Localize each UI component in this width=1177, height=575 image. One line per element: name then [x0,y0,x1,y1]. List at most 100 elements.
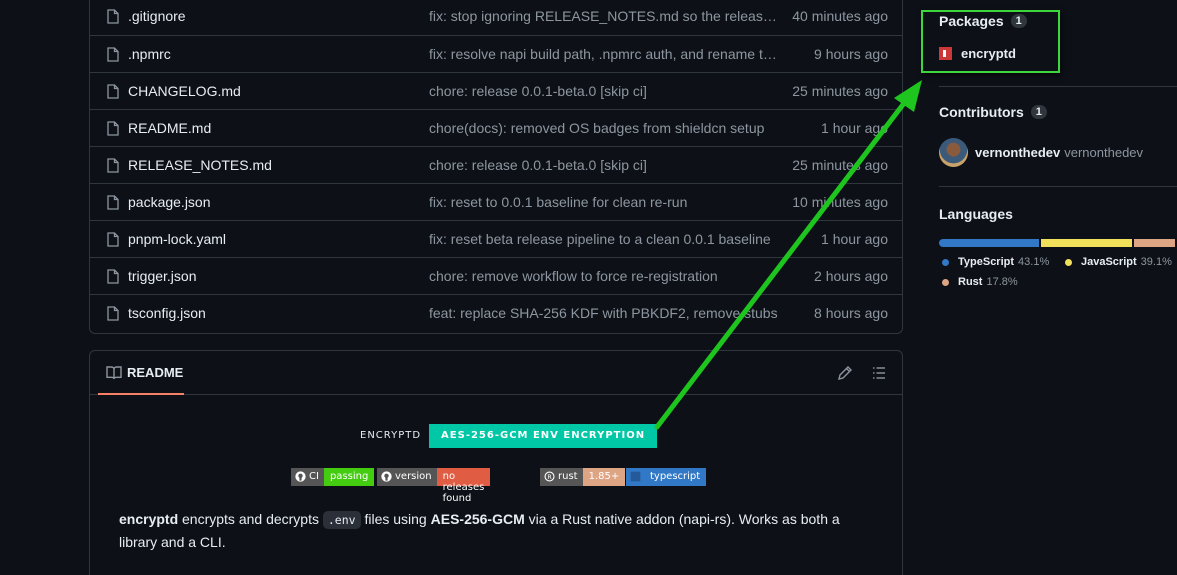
contributors-title: Contributors [939,104,1024,120]
language-name: TypeScript [958,256,1015,268]
avatar[interactable] [939,138,968,167]
project-badge[interactable]: ENCRYPTD AES-256-GCM ENV ENCRYPTION [352,424,658,448]
file-row[interactable]: trigger.json chore: remove workflow to fo… [90,257,902,294]
file-icon [107,121,119,136]
commit-time: 1 hour ago [821,120,888,136]
file-row[interactable]: CHANGELOG.md chore: release 0.0.1-beta.0 … [90,72,902,109]
project-badge-right: AES-256-GCM ENV ENCRYPTION [429,424,658,448]
contributors-heading[interactable]: Contributors 1 [939,104,1047,120]
file-icon [107,195,119,210]
language-item[interactable]: Rust 17.8% [942,276,1018,288]
project-badge-left: ENCRYPTD [352,424,430,448]
file-name[interactable]: RELEASE_NOTES.md [128,157,272,173]
badge-value: 1.85+ [582,468,626,486]
commit-message[interactable]: chore: release 0.0.1-beta.0 [skip ci] [429,157,779,173]
contributor-item[interactable]: vernonthedev vernonthedev [939,138,1143,167]
commit-time: 10 minutes ago [792,194,888,210]
badge-label: CI [291,468,324,486]
file-row[interactable]: RELEASE_NOTES.md chore: release 0.0.1-bet… [90,146,902,183]
divider [939,86,1177,87]
status-badge[interactable]: typescript [626,468,707,486]
commit-message[interactable]: chore: remove workflow to force re-regis… [429,268,779,284]
readme-header: README [90,351,902,395]
readme-tab-label: README [127,365,184,380]
language-name: Rust [958,276,983,288]
typescript-icon [630,471,641,482]
svg-text:R: R [547,474,552,481]
pencil-icon[interactable] [836,364,854,382]
language-item[interactable]: TypeScript 43.1% [942,256,1049,268]
badge-label-text: rust [558,471,578,482]
commit-time: 9 hours ago [814,46,888,62]
commit-message[interactable]: fix: reset beta release pipeline to a cl… [429,231,779,247]
badge-label: version [377,468,437,486]
file-name[interactable]: tsconfig.json [128,305,206,321]
commit-time: 40 minutes ago [792,8,888,24]
commit-time: 8 hours ago [814,305,888,321]
file-icon [107,158,119,173]
file-name[interactable]: trigger.json [128,268,196,284]
commit-message[interactable]: feat: replace SHA-256 KDF with PBKDF2, r… [429,305,779,321]
language-percent: 39.1% [1140,256,1172,268]
divider [939,186,1177,187]
languages-title: Languages [939,206,1013,222]
file-name[interactable]: .npmrc [128,46,171,62]
language-item[interactable]: JavaScript 39.1% [1065,256,1172,268]
language-bar-segment [1133,239,1175,247]
status-badge[interactable]: CI passing [291,468,375,486]
language-name: JavaScript [1081,256,1137,268]
algo-name: AES-256-GCM [430,511,525,527]
file-name[interactable]: README.md [128,120,211,136]
file-row[interactable]: .npmrc fix: resolve napi build path, .npm… [90,35,902,72]
language-bar [939,239,1177,247]
commit-time: 1 hour ago [821,231,888,247]
file-name[interactable]: package.json [128,194,211,210]
status-badge[interactable]: version no releases found [377,468,491,504]
commit-time: 25 minutes ago [792,83,888,99]
file-name[interactable]: CHANGELOG.md [128,83,241,99]
file-row[interactable]: package.json fix: reset to 0.0.1 baseline… [90,183,902,220]
github-icon [295,471,306,482]
file-name[interactable]: pnpm-lock.yaml [128,231,226,247]
badge-value: passing [323,468,375,486]
file-row[interactable]: .gitignore fix: stop ignoring RELEASE_NOT… [90,0,902,35]
file-icon [107,84,119,99]
readme-panel: README ENCRYPTD AES-256-GCM ENV ENCRYPTI… [89,350,903,575]
file-icon [107,306,119,321]
file-name[interactable]: .gitignore [128,8,186,24]
language-bar-segment [1040,239,1132,247]
file-row[interactable]: README.md chore(docs): removed OS badges … [90,109,902,146]
language-percent: 17.8% [986,276,1018,288]
commit-message[interactable]: chore(docs): removed OS badges from shie… [429,120,779,136]
file-icon [107,47,119,62]
readme-tab[interactable]: README [98,351,184,395]
badge-label [626,468,644,486]
commit-message[interactable]: chore: release 0.0.1-beta.0 [skip ci] [429,83,779,99]
language-dot [1065,258,1072,266]
readme-description: encryptd encrypts and decrypts .env file… [119,508,879,553]
file-list: .gitignore fix: stop ignoring RELEASE_NOT… [89,0,903,334]
commit-message[interactable]: fix: reset to 0.0.1 baseline for clean r… [429,194,779,210]
contributor-name: vernonthedev [1064,145,1144,160]
commit-message[interactable]: fix: resolve napi build path, .npmrc aut… [429,46,779,62]
repo-sidebar: Packages 1 encryptd Contributors 1 verno… [939,0,1177,575]
commit-time: 25 minutes ago [792,157,888,173]
language-bar-segment [939,239,1039,247]
badge-label: Rrust [540,468,583,486]
status-badge[interactable]: Rrust 1.85+ [540,468,626,486]
book-icon [106,366,122,380]
badge-value: typescript [644,468,707,486]
badge-label-text: CI [309,471,319,482]
file-row[interactable]: pnpm-lock.yaml fix: reset beta release pi… [90,220,902,257]
rust-icon: R [544,471,555,482]
file-icon [107,269,119,284]
file-row[interactable]: tsconfig.json feat: replace SHA-256 KDF w… [90,294,902,331]
desc-text: encrypts and decrypts [178,511,323,527]
badge-value: no releases found [436,468,491,504]
language-percent: 43.1% [1018,256,1050,268]
commit-message[interactable]: fix: stop ignoring RELEASE_NOTES.md so t… [429,8,779,24]
outline-icon[interactable] [870,364,888,382]
project-name: encryptd [119,511,179,527]
contributor-login[interactable]: vernonthedev [975,145,1060,160]
desc-text: files using [360,511,431,527]
